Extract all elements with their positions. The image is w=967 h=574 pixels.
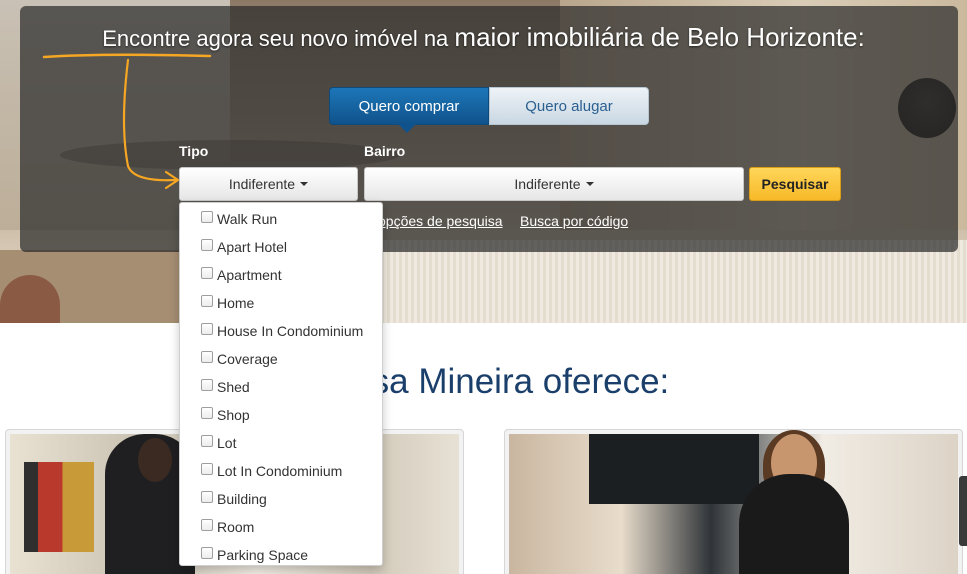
tab-quero-alugar[interactable]: Quero alugar: [489, 87, 649, 125]
tipo-option-apart-hotel[interactable]: Apart Hotel: [180, 233, 382, 261]
checkbox-icon[interactable]: [201, 211, 213, 223]
search-by-code-link[interactable]: Busca por código: [520, 213, 628, 229]
tipo-option-label: Shed: [217, 379, 250, 395]
tipo-option-label: Lot: [217, 435, 237, 451]
tipo-option-label: Room: [217, 519, 255, 535]
tipo-option-lot[interactable]: Lot: [180, 429, 382, 457]
card-1-person-head: [138, 438, 172, 482]
tipo-option-label: Lot In Condominium: [217, 463, 343, 479]
tipo-option-label: Walk Run: [217, 211, 278, 227]
tipo-option-label: Apartment: [217, 267, 282, 283]
tipo-option-parking-space[interactable]: Parking Space: [180, 541, 382, 569]
search-button[interactable]: Pesquisar: [749, 167, 841, 201]
tipo-option-label: Parking Space: [217, 547, 309, 563]
tipo-option-shop[interactable]: Shop: [180, 401, 382, 429]
tab-quero-comprar-label: Quero comprar: [358, 97, 460, 115]
section-title: a Casa Mineira oferece:: [0, 362, 967, 402]
hero-rug-image: [300, 240, 967, 323]
tipo-select-value: Indiferente: [228, 176, 296, 192]
card-2-image: [509, 430, 958, 574]
transaction-tabs: Quero comprar Quero alugar: [329, 87, 649, 133]
tipo-option-building[interactable]: Building: [180, 485, 382, 513]
tipo-option-apartment[interactable]: Apartment: [180, 261, 382, 289]
tipo-option-house-in-condominium[interactable]: House In Condominium: [180, 317, 382, 345]
tipo-option-label: Home: [217, 295, 255, 311]
checkbox-icon[interactable]: [201, 491, 213, 503]
checkbox-icon[interactable]: [201, 351, 213, 363]
bairro-select-value: Indiferente: [514, 176, 581, 192]
tipo-option-label: Coverage: [217, 351, 278, 367]
service-card-2[interactable]: [504, 429, 963, 574]
tipo-option-walk-run[interactable]: Walk Run: [180, 205, 382, 233]
tipo-option-label: Shop: [217, 407, 250, 423]
tipo-select[interactable]: Indiferente: [179, 167, 358, 201]
curved-arrow-icon: [122, 58, 180, 190]
tipo-option-label: Apart Hotel: [217, 239, 288, 255]
checkbox-icon[interactable]: [201, 407, 213, 419]
card-2-tv-image: [589, 434, 759, 504]
tipo-option-label: House In Condominium: [217, 323, 364, 339]
card-2-person-image: [739, 474, 849, 574]
checkbox-icon[interactable]: [201, 435, 213, 447]
tipo-option-room[interactable]: Room: [180, 513, 382, 541]
tipo-option-home[interactable]: Home: [180, 289, 382, 317]
tipo-option-label: Building: [217, 491, 267, 507]
checkbox-icon[interactable]: [201, 267, 213, 279]
tab-quero-alugar-label: Quero alugar: [525, 97, 613, 115]
checkbox-icon[interactable]: [201, 239, 213, 251]
search-options-link[interactable]: opções de pesquisa: [378, 213, 503, 229]
checkbox-icon[interactable]: [201, 519, 213, 531]
hero-headline: Encontre agora seu novo imóvel na maior …: [0, 22, 967, 53]
checkbox-icon[interactable]: [201, 295, 213, 307]
bairro-label: Bairro: [364, 143, 406, 159]
headline-emphasis: maior imobiliária de Belo Horizonte:: [454, 22, 865, 52]
bairro-select[interactable]: Indiferente: [364, 167, 744, 201]
card-1-painting-image: [24, 462, 94, 552]
checkbox-icon[interactable]: [201, 463, 213, 475]
headline-prefix: Encontre agora seu novo imóvel na: [102, 26, 455, 51]
side-widget-tab[interactable]: [959, 476, 967, 546]
tipo-option-lot-in-condominium[interactable]: Lot In Condominium: [180, 457, 382, 485]
tipo-option-shed[interactable]: Shed: [180, 373, 382, 401]
caret-down-icon: [300, 182, 309, 186]
tipo-dropdown-menu: Walk Run Apart Hotel Apartment Home Hous…: [179, 202, 383, 566]
tipo-label: Tipo: [179, 143, 209, 159]
checkbox-icon[interactable]: [201, 379, 213, 391]
checkbox-icon[interactable]: [201, 323, 213, 335]
checkbox-icon[interactable]: [201, 547, 213, 559]
tipo-option-coverage[interactable]: Coverage: [180, 345, 382, 373]
tab-quero-comprar[interactable]: Quero comprar: [329, 87, 489, 133]
caret-down-icon: [585, 182, 594, 186]
